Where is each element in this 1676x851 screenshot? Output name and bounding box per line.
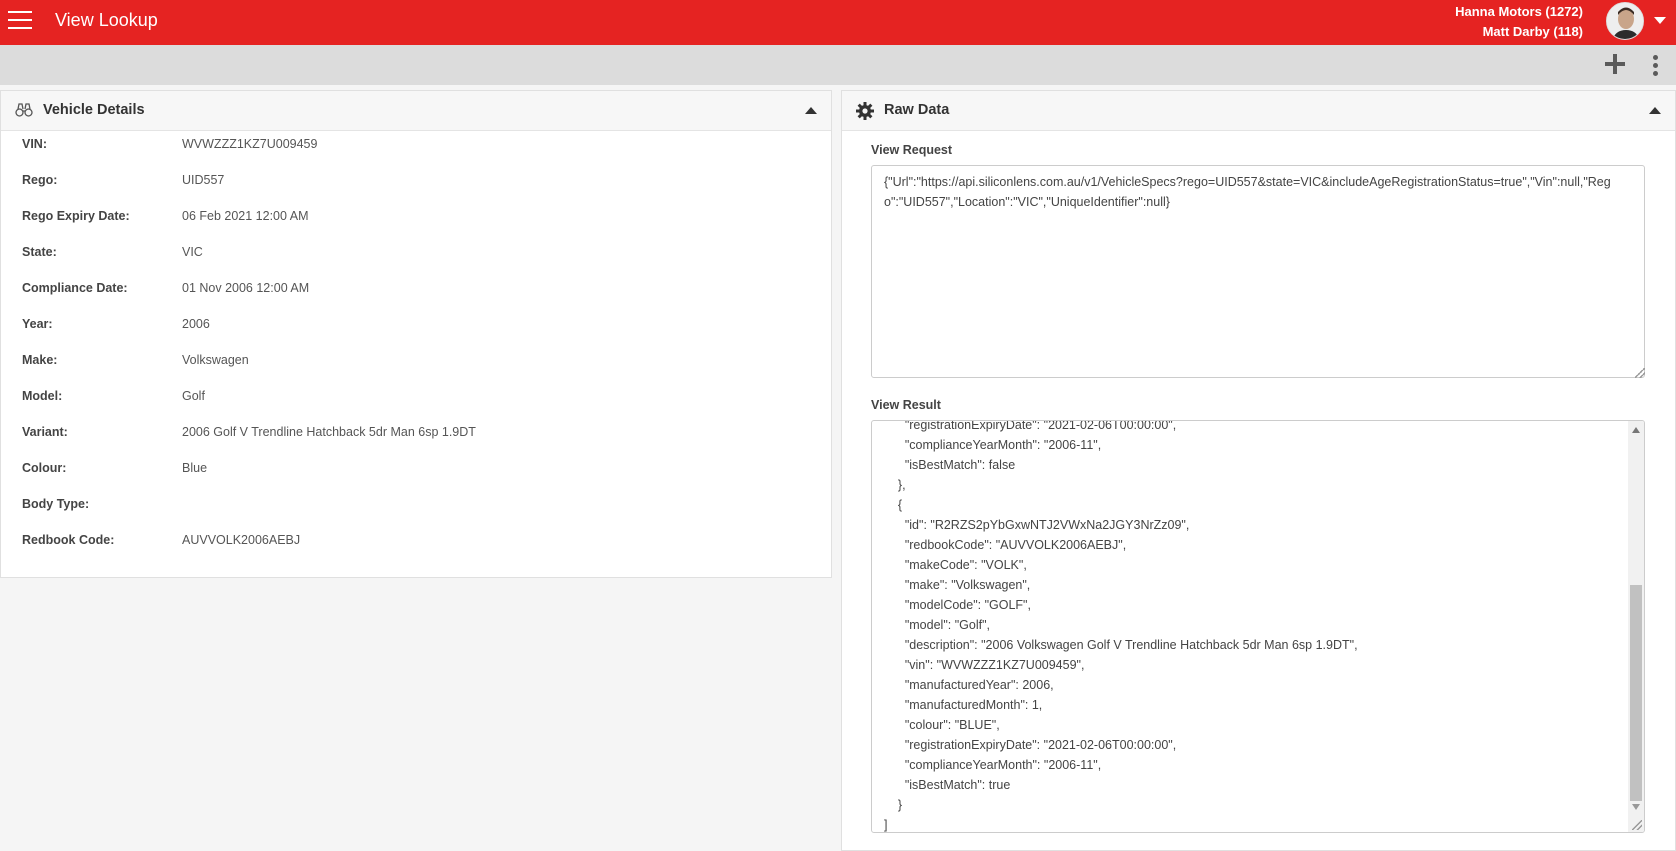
detail-row: Body Type: [1,497,831,533]
json-line: "registrationExpiryDate": "2021-02-06T00… [884,420,1177,432]
detail-row: Colour: Blue [1,461,831,497]
detail-label: Body Type: [22,497,90,511]
detail-label: Redbook Code: [22,533,115,547]
detail-row: State: VIC [1,245,831,281]
collapse-chevron-icon[interactable] [1649,107,1661,114]
action-toolbar [0,45,1676,85]
detail-label: Rego Expiry Date: [22,209,130,223]
plus-icon[interactable] [1604,53,1626,75]
detail-row: Make: Volkswagen [1,353,831,389]
json-line: { [884,498,903,512]
user-info[interactable]: Hanna Motors (1272) Matt Darby (118) [1455,2,1583,42]
json-line: "isBestMatch": true [884,778,1011,792]
json-line: "manufacturedMonth": 1, [884,698,1043,712]
raw-data-panel: Raw Data View Request {"Url":"https://ap… [841,90,1676,851]
user-avatar[interactable] [1606,2,1644,40]
kebab-menu-icon[interactable] [1651,55,1659,77]
vehicle-details-header[interactable]: Vehicle Details [1,91,831,131]
json-line: "makeCode": "VOLK", [884,558,1027,572]
json-line: "modelCode": "GOLF", [884,598,1031,612]
json-line: "isBestMatch": false [884,458,1016,472]
detail-label: Compliance Date: [22,281,128,295]
raw-data-title: Raw Data [884,102,950,118]
detail-value: AUVVOLK2006AEBJ [182,533,301,547]
view-request-label: View Request [871,143,953,157]
detail-label: Model: [22,389,63,403]
detail-row: Redbook Code: AUVVOLK2006AEBJ [1,533,831,569]
detail-value: Volkswagen [182,353,249,367]
dealer-name: Hanna Motors (1272) [1455,4,1583,19]
json-line: "make": "Volkswagen", [884,578,1031,592]
hamburger-menu-icon[interactable] [8,11,32,31]
detail-row: Rego: UID557 [1,173,831,209]
result-json-lines: "registrationExpiryDate": "2021-02-06T00… [884,420,1624,832]
detail-row: Variant: 2006 Golf V Trendline Hatchback … [1,425,831,461]
detail-value: 2006 [182,317,210,331]
detail-value: 06 Feb 2021 12:00 AM [182,209,309,223]
resize-handle[interactable] [1635,368,1645,378]
detail-row: Year: 2006 [1,317,831,353]
detail-label: VIN: [22,137,47,151]
detail-value: 01 Nov 2006 12:00 AM [182,281,310,295]
detail-row: Compliance Date: 01 Nov 2006 12:00 AM [1,281,831,317]
detail-label: Make: [22,353,58,367]
json-line: "registrationExpiryDate": "2021-02-06T00… [884,738,1177,752]
page-title: View Lookup [55,10,158,30]
json-line: "description": "2006 Volkswagen Golf V T… [884,638,1358,652]
json-line: }, [884,478,906,492]
json-line: "complianceYearMonth": "2006-11", [884,438,1102,452]
detail-row: Rego Expiry Date: 06 Feb 2021 12:00 AM [1,209,831,245]
json-line: ] [884,818,888,832]
json-line: "colour": "BLUE", [884,718,1000,732]
detail-value: 2006 Golf V Trendline Hatchback 5dr Man … [182,425,476,439]
scroll-up-arrow-icon[interactable] [1632,427,1640,433]
json-line: "complianceYearMonth": "2006-11", [884,758,1102,772]
detail-row: VIN: WVWZZZ1KZ7U009459 [1,137,831,173]
json-line: "manufacturedYear": 2006, [884,678,1054,692]
detail-label: Rego: [22,173,58,187]
detail-label: Colour: [22,461,67,475]
caret-down-icon[interactable] [1654,17,1666,24]
vehicle-details-panel: Vehicle Details VIN: WVWZZZ1KZ7U009459 Reg… [0,90,832,578]
json-line: "id": "R2RZS2pYbGxwNTJ2VWxNa2JGY3NrZz09"… [884,518,1190,532]
view-result-textarea[interactable]: "registrationExpiryDate": "2021-02-06T00… [871,420,1645,833]
result-scrollbar[interactable] [1628,421,1644,832]
avatar-image [1607,3,1643,39]
detail-value: Golf [182,389,205,403]
view-result-label: View Result [871,398,941,412]
detail-label: State: [22,245,57,259]
json-line: "redbookCode": "AUVVOLK2006AEBJ", [884,538,1127,552]
top-app-bar: View Lookup Hanna Motors (1272) Matt Dar… [0,0,1676,45]
json-line: "model": "Golf", [884,618,990,632]
detail-value: Blue [182,461,208,475]
detail-label: Variant: [22,425,68,439]
detail-value: WVWZZZ1KZ7U009459 [182,137,318,151]
scroll-down-arrow-icon[interactable] [1632,804,1640,810]
json-line: } [884,798,903,812]
view-request-textarea[interactable]: {"Url":"https://api.siliconlens.com.au/v… [871,165,1645,378]
gear-icon [856,102,874,120]
detail-value: VIC [182,245,203,259]
resize-handle[interactable] [1632,820,1642,830]
user-name: Matt Darby (118) [1482,24,1583,39]
detail-value: UID557 [182,173,225,187]
collapse-chevron-icon[interactable] [805,107,817,114]
scrollbar-thumb[interactable] [1630,585,1642,801]
vehicle-details-list: VIN: WVWZZZ1KZ7U009459 Rego: UID557 Rego Exp… [1,137,831,569]
json-line: "vin": "WVWZZZ1KZ7U009459", [884,658,1085,672]
raw-data-header[interactable]: Raw Data [842,91,1675,131]
detail-row: Model: Golf [1,389,831,425]
detail-label: Year: [22,317,53,331]
vehicle-details-title: Vehicle Details [43,102,145,118]
binoculars-icon [15,103,33,117]
